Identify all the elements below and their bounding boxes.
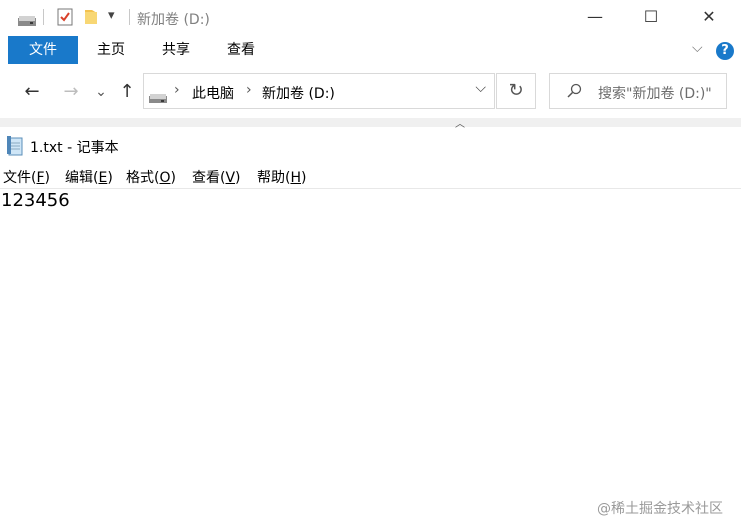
breadcrumb-this-pc[interactable]: 此电脑	[192, 83, 234, 103]
watermark: @稀土掘金技术社区	[597, 501, 723, 517]
menu-help[interactable]: 帮助(H)	[257, 167, 306, 187]
breadcrumb-drive-d[interactable]: 新加卷 (D:)	[262, 83, 335, 103]
breadcrumb-separator-icon[interactable]: ›	[246, 82, 252, 98]
menu-help-end: )	[301, 170, 307, 186]
forward-arrow-icon[interactable]: →	[58, 78, 84, 106]
window-title: 新加卷 (D:)	[137, 12, 210, 28]
drive-icon	[149, 89, 167, 108]
tab-file[interactable]: 文件	[8, 36, 78, 64]
address-bar[interactable]: › 此电脑 › 新加卷 (D:) ⌵	[143, 73, 495, 109]
search-icon	[566, 83, 582, 103]
ribbon-tabs: 文件 主页 共享 查看	[0, 36, 741, 64]
quick-access-toolbar: ▾ 新加卷 (D:) — ☐ ✕	[0, 0, 741, 36]
up-arrow-icon[interactable]: ↑	[114, 78, 140, 106]
tab-share[interactable]: 共享	[153, 36, 199, 64]
menu-edit-label: 编辑(	[65, 170, 99, 186]
breadcrumb-separator-icon[interactable]: ›	[174, 82, 180, 98]
notepad-text-area[interactable]: 123456	[1, 190, 70, 211]
tab-home[interactable]: 主页	[88, 36, 134, 64]
navigation-bar: ← → ⌄ ↑ › 此电脑 › 新加卷 (D:) ⌵ ↻ 搜索"新加卷 (D:)…	[0, 64, 741, 120]
search-placeholder: 搜索"新加卷 (D:)"	[598, 86, 712, 102]
qat-divider	[43, 9, 44, 25]
notepad-window: 1.txt - 记事本 文件(F) 编辑(E) 格式(O) 查看(V) 帮助(H…	[0, 128, 741, 523]
new-folder-icon[interactable]	[84, 9, 98, 29]
menu-view[interactable]: 查看(V)	[192, 167, 241, 187]
maximize-button[interactable]: ☐	[622, 0, 680, 34]
menu-format-end: )	[170, 170, 176, 186]
refresh-button[interactable]: ↻	[496, 73, 536, 109]
menu-format[interactable]: 格式(O)	[126, 167, 176, 187]
help-icon[interactable]: ?	[716, 42, 734, 60]
menu-format-key: O	[159, 170, 171, 186]
notepad-title: 1.txt - 记事本	[30, 140, 119, 156]
menu-file-end: )	[44, 170, 50, 186]
back-arrow-icon[interactable]: ←	[19, 78, 45, 106]
close-button[interactable]: ✕	[680, 0, 738, 34]
menu-file-key: F	[36, 170, 45, 186]
qat-divider	[129, 9, 130, 25]
ribbon-collapse-chevron-icon[interactable]: ⌵	[692, 40, 703, 56]
notepad-menubar: 文件(F) 编辑(E) 格式(O) 查看(V) 帮助(H)	[0, 164, 741, 189]
menu-view-end: )	[235, 170, 241, 186]
address-dropdown-chevron-icon[interactable]: ⌵	[475, 80, 486, 96]
menu-help-label: 帮助(	[257, 170, 291, 186]
menu-file-label: 文件(	[3, 170, 37, 186]
menu-view-key: V	[225, 170, 236, 186]
properties-icon[interactable]	[57, 8, 73, 28]
explorer-scrollbar[interactable]	[0, 118, 741, 127]
notepad-icon	[6, 136, 24, 160]
notepad-titlebar: 1.txt - 记事本	[0, 128, 741, 164]
qat-customize-dropdown-icon[interactable]: ▾	[108, 8, 115, 28]
tab-view[interactable]: 查看	[218, 36, 264, 64]
search-input[interactable]: 搜索"新加卷 (D:)"	[549, 73, 727, 109]
menu-format-label: 格式(	[126, 170, 160, 186]
menu-edit[interactable]: 编辑(E)	[65, 167, 113, 187]
menu-help-key: H	[290, 170, 301, 186]
drive-icon[interactable]	[18, 12, 36, 32]
recent-locations-chevron-icon[interactable]: ⌄	[88, 78, 114, 106]
menu-file[interactable]: 文件(F)	[3, 167, 50, 187]
explorer-window: ▾ 新加卷 (D:) — ☐ ✕ 文件 主页 共享 查看 ⌵ ? ← → ⌄ ↑…	[0, 0, 741, 130]
menu-edit-key: E	[98, 170, 108, 186]
menu-view-label: 查看(	[192, 170, 226, 186]
menu-edit-end: )	[107, 170, 113, 186]
minimize-button[interactable]: —	[566, 0, 624, 34]
